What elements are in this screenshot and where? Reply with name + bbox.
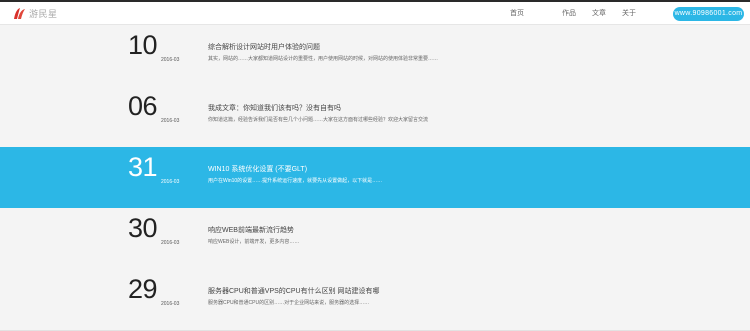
post-day: 10 [128, 30, 158, 60]
site-header: 游民星 首页 作品 文章 关于 www.90986001.com [0, 2, 750, 25]
nav-item-about[interactable]: 关于 [622, 8, 636, 18]
post-date: 2016-03 [161, 240, 180, 246]
post-title[interactable]: 响应WEB前端最新流行趋势 [208, 225, 294, 235]
brand-logo-icon [14, 7, 25, 19]
post-title[interactable]: WIN10 系统优化设置 (不要GLT) [208, 164, 307, 174]
post-summary: 响应WEB设计，前端开发，更多内容…… [208, 239, 300, 245]
post-title[interactable]: 我成文章：你知道我们该有吗？没有自有吗 [208, 103, 341, 113]
site-logo[interactable]: 游民星 [12, 6, 58, 20]
post-item[interactable]: 30 2016-03 响应WEB前端最新流行趋势 响应WEB设计，前端开发，更多… [0, 208, 750, 270]
site-url-button[interactable]: www.90986001.com [673, 7, 744, 21]
post-summary: 你知道这篇，经验告诉我们是否有些几个小问题……大家在这方面有过哪些经验？欢迎大家… [208, 117, 429, 123]
post-day: 30 [128, 213, 158, 243]
post-summary: 用户在Win10的设置……提升系统运行速度，就要先从设置做起，以下就是…… [208, 178, 383, 184]
post-title[interactable]: 服务器CPU和普通VPS的CPU有什么区别 网站建设有哪 [208, 286, 380, 296]
post-date: 2016-03 [161, 57, 180, 63]
post-date: 2016-03 [161, 118, 180, 124]
logo-text: 游民星 [29, 8, 58, 19]
post-item[interactable]: 29 2016-03 服务器CPU和普通VPS的CPU有什么区别 网站建设有哪 … [0, 269, 750, 331]
nav-item-home[interactable]: 首页 [510, 8, 524, 18]
nav-item-works[interactable]: 作品 [562, 8, 576, 18]
post-date: 2016-03 [161, 179, 180, 185]
nav-item-articles[interactable]: 文章 [592, 8, 606, 18]
post-day: 29 [128, 274, 158, 304]
post-title[interactable]: 综合解析设计网站时用户体验的问题 [208, 42, 320, 52]
post-day: 31 [128, 152, 158, 182]
post-summary: 服务器CPU和普通CPU的区别……对于企业网站来说，服务器的选择…… [208, 300, 370, 306]
post-day: 06 [128, 91, 158, 121]
post-item[interactable]: 06 2016-03 我成文章：你知道我们该有吗？没有自有吗 你知道这篇，经验告… [0, 86, 750, 148]
post-summary: 其实，网站的……大家都知道网站设计的重要性，用户使用网站的时候，对网站的使用体验… [208, 56, 439, 62]
post-item[interactable]: 10 2016-03 综合解析设计网站时用户体验的问题 其实，网站的……大家都知… [0, 25, 750, 87]
post-item-active[interactable]: 31 2016-03 WIN10 系统优化设置 (不要GLT) 用户在Win10… [0, 147, 750, 209]
post-date: 2016-03 [161, 301, 180, 307]
